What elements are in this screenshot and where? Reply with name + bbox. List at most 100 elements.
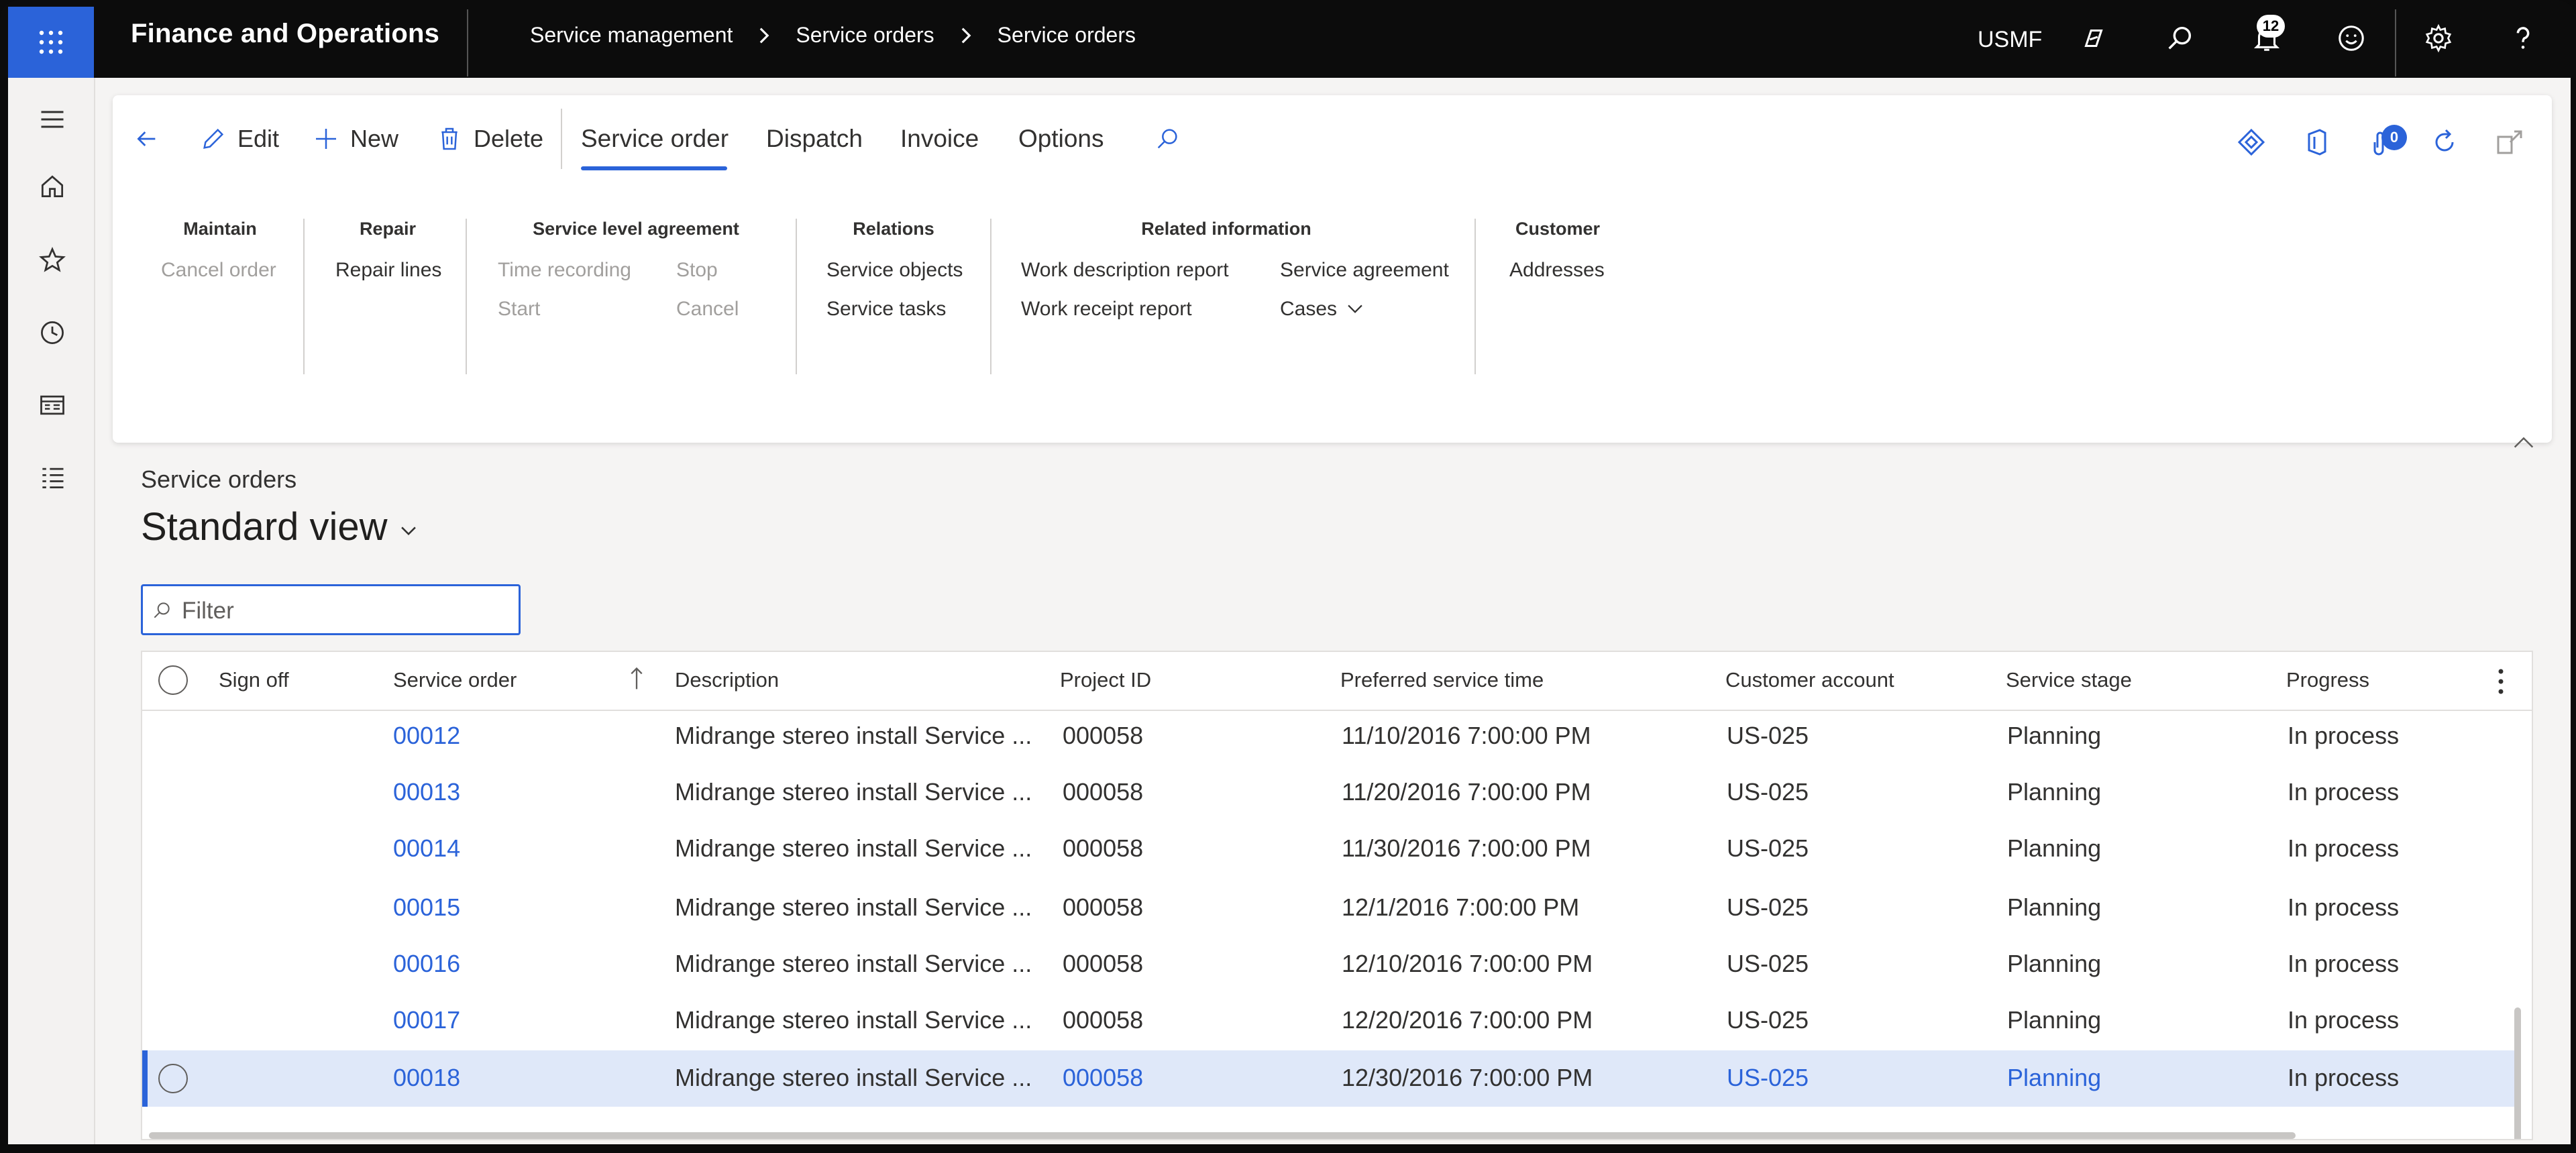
office-button[interactable] (2301, 126, 2333, 158)
project-id-cell: 000058 (1063, 778, 1144, 806)
table-row[interactable]: 00012 Midrange stereo install Service ...… (142, 708, 2517, 765)
help-button[interactable] (2505, 20, 2541, 56)
customer-account-cell: US-025 (1727, 778, 1809, 806)
settings-button[interactable] (2420, 20, 2457, 56)
chevron-down-icon (400, 526, 416, 535)
more-options-icon[interactable] (2496, 668, 2506, 695)
service-order-link[interactable]: 00013 (393, 778, 460, 806)
hamburger-icon (41, 111, 64, 128)
service-order-link[interactable]: 00014 (393, 834, 460, 863)
preferred-time-cell: 11/30/2016 7:00:00 PM (1342, 834, 1591, 862)
filter-box[interactable] (141, 584, 521, 635)
column-header-sign-off[interactable]: Sign off (219, 668, 289, 692)
start-button[interactable]: Start (498, 298, 540, 321)
progress-cell: In process (2288, 834, 2400, 862)
tab-options[interactable]: Options (1018, 125, 1104, 153)
service-agreement-button[interactable]: Service agreement (1280, 259, 1449, 282)
filter-input[interactable] (180, 594, 505, 628)
table-row[interactable]: 00017 Midrange stereo install Service ...… (142, 993, 2517, 1049)
table-row[interactable]: 00018 Midrange stereo install Service ...… (142, 1050, 2517, 1107)
cancel-sla-button[interactable]: Cancel (676, 298, 739, 321)
table-row[interactable]: 00013 Midrange stereo install Service ...… (142, 765, 2517, 821)
nav-favorites-button[interactable] (38, 245, 67, 275)
group-relations-title: Relations (853, 219, 934, 239)
horizontal-scrollbar[interactable] (149, 1132, 2296, 1139)
column-header-project-id[interactable]: Project ID (1060, 668, 1151, 692)
feedback-button[interactable] (2333, 20, 2369, 56)
tab-invoice[interactable]: Invoice (900, 125, 979, 153)
column-header-preferred-service-time[interactable]: Preferred service time (1340, 668, 1544, 692)
column-header-service-stage[interactable]: Service stage (2006, 668, 2132, 692)
service-stage-cell: Planning (2007, 1006, 2102, 1034)
popout-icon (2497, 130, 2522, 154)
divider (796, 219, 797, 374)
collapse-action-pane-button[interactable] (2510, 429, 2537, 456)
action-search-button[interactable] (1154, 122, 1191, 156)
delete-label: Delete (474, 125, 544, 152)
app-launcher-button[interactable] (8, 7, 94, 78)
service-tasks-button[interactable]: Service tasks (826, 298, 946, 321)
stop-button[interactable]: Stop (676, 259, 718, 282)
column-header-customer-account[interactable]: Customer account (1725, 668, 1894, 692)
service-order-link[interactable]: 00012 (393, 722, 460, 750)
open-new-window-button[interactable] (2493, 126, 2525, 158)
preferred-time-cell: 12/1/2016 7:00:00 PM (1342, 893, 1580, 921)
service-objects-button[interactable]: Service objects (826, 259, 963, 282)
column-header-service-order[interactable]: Service order (393, 668, 517, 692)
vertical-scrollbar[interactable] (2514, 1007, 2521, 1139)
view-selector[interactable]: Standard view (141, 504, 420, 549)
service-orders-grid: Sign off Service order Description Proje… (141, 651, 2533, 1140)
preferred-time-cell: 12/30/2016 7:00:00 PM (1342, 1064, 1593, 1091)
work-description-report-button[interactable]: Work description report (1021, 259, 1229, 282)
service-stage-cell: Planning (2007, 778, 2102, 806)
nav-recent-button[interactable] (38, 318, 67, 347)
group-repair-title: Repair (359, 219, 417, 239)
table-row[interactable]: 00016 Midrange stereo install Service ...… (142, 936, 2517, 993)
diamond-icon (2237, 128, 2265, 156)
breadcrumb-item[interactable]: Service orders (998, 23, 1136, 48)
group-related-info-title: Related information (1141, 219, 1311, 239)
edit-button[interactable]: Edit (200, 122, 279, 156)
list-icon (42, 468, 64, 489)
nav-menu-button[interactable] (38, 105, 67, 134)
table-row[interactable]: 00015 Midrange stereo install Service ...… (142, 880, 2517, 936)
search-icon (1157, 129, 1177, 149)
table-row[interactable]: 00014 Midrange stereo install Service ...… (142, 821, 2517, 877)
nav-modules-button[interactable] (38, 463, 67, 492)
breadcrumb-item[interactable]: Service management (530, 23, 733, 48)
app-title[interactable]: Finance and Operations (131, 19, 439, 49)
nav-home-button[interactable] (38, 172, 67, 201)
work-receipt-report-button[interactable]: Work receipt report (1021, 298, 1192, 321)
select-all-radio[interactable] (158, 665, 188, 695)
service-order-link[interactable]: 00015 (393, 893, 460, 922)
project-id-cell: 000058 (1063, 950, 1144, 977)
copilot-button[interactable] (2076, 20, 2112, 56)
addresses-button[interactable]: Addresses (1509, 259, 1605, 282)
breadcrumb-item[interactable]: Service orders (796, 23, 934, 48)
company-picker[interactable]: USMF (1978, 27, 2042, 53)
column-header-progress[interactable]: Progress (2286, 668, 2369, 692)
delete-button[interactable]: Delete (436, 122, 543, 156)
refresh-button[interactable] (2428, 126, 2461, 158)
time-recording-button[interactable]: Time recording (498, 259, 631, 282)
preferred-time-cell: 12/10/2016 7:00:00 PM (1342, 950, 1593, 977)
help-icon (2516, 27, 2530, 49)
tab-dispatch[interactable]: Dispatch (766, 125, 863, 153)
service-order-link[interactable]: 00018 (393, 1064, 460, 1092)
new-button[interactable]: New (313, 122, 398, 156)
cases-menu-button[interactable]: Cases (1280, 298, 1366, 321)
column-header-description[interactable]: Description (675, 668, 779, 692)
row-select-radio[interactable] (158, 1064, 188, 1093)
back-button[interactable] (133, 122, 170, 156)
power-apps-button[interactable] (2235, 126, 2267, 158)
search-icon (2168, 26, 2192, 50)
search-button[interactable] (2161, 20, 2198, 56)
nav-workspaces-button[interactable] (38, 390, 67, 420)
tab-service-order[interactable]: Service order (581, 125, 729, 153)
repair-lines-button[interactable]: Repair lines (335, 259, 441, 282)
cancel-order-button[interactable]: Cancel order (161, 259, 276, 282)
description-cell: Midrange stereo install Service ... (675, 1064, 1032, 1091)
service-stage-cell: Planning (2007, 1064, 2102, 1091)
service-order-link[interactable]: 00016 (393, 950, 460, 978)
service-order-link[interactable]: 00017 (393, 1006, 460, 1034)
